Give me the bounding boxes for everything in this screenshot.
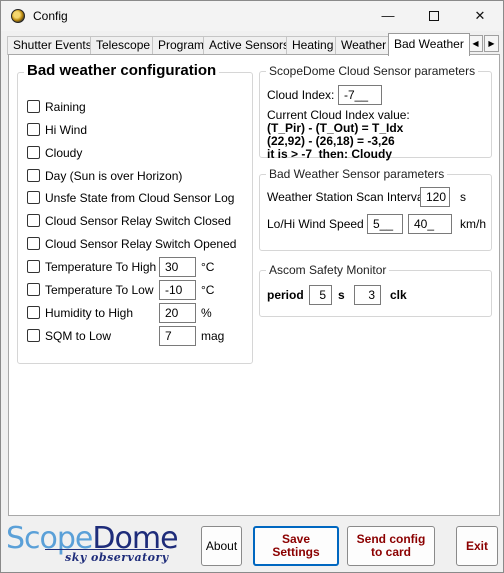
weather-sensor-group: Bad Weather Sensor parameters Weather St…: [259, 167, 492, 251]
cloud-formula-line2: (22,92) - (26,18) = -3,26: [267, 134, 395, 148]
sqm-low-label: SQM to Low: [45, 329, 112, 343]
relay-closed-label: Cloud Sensor Relay Switch Closed: [45, 214, 232, 228]
tab-strip: Shutter Events Telescope Program Active …: [7, 33, 501, 56]
relay-opened-checkbox[interactable]: [27, 237, 40, 250]
temp-high-input[interactable]: 30: [159, 257, 196, 277]
temp-low-unit: °C: [201, 283, 215, 297]
unsafe-state-label: Unsfe State from Cloud Sensor Log: [45, 191, 235, 205]
wind-speed-unit: km/h: [460, 217, 487, 231]
scan-interval-input[interactable]: 120: [420, 187, 450, 207]
period-unit: s: [338, 288, 345, 302]
temp-low-input[interactable]: -10: [159, 280, 196, 300]
hi-wind-label: Hi Wind: [45, 123, 88, 137]
wind-lo-input[interactable]: 5__: [367, 214, 403, 234]
temp-high-label: Temperature To High: [45, 260, 157, 274]
maximize-button[interactable]: [411, 1, 457, 31]
sqm-low-input[interactable]: 7: [159, 326, 196, 346]
unsafe-state-checkbox[interactable]: [27, 191, 40, 204]
title-bar: Config — ✕: [1, 1, 503, 31]
wind-hi-input[interactable]: 40_: [408, 214, 452, 234]
humidity-high-label: Humidity to High: [45, 306, 134, 320]
tab-active-sensors[interactable]: Active Sensors: [203, 36, 296, 55]
scan-interval-label: Weather Station Scan Interval: [267, 190, 427, 204]
wind-speed-label: Lo/Hi Wind Speed: [267, 217, 364, 231]
tab-shutter-events[interactable]: Shutter Events: [7, 36, 98, 55]
cloudy-label: Cloudy: [45, 146, 83, 160]
hi-wind-checkbox[interactable]: [27, 123, 40, 136]
ascom-title: Ascom Safety Monitor: [266, 263, 390, 277]
exit-button[interactable]: Exit: [456, 526, 498, 566]
temp-low-checkbox[interactable]: [27, 283, 40, 296]
day-checkbox[interactable]: [27, 169, 40, 182]
cloud-index-input[interactable]: -7__: [338, 85, 382, 105]
bad-weather-config-group: Bad weather configuration Raining Hi Win…: [17, 62, 253, 364]
maximize-icon: [429, 10, 439, 21]
humidity-high-checkbox[interactable]: [27, 306, 40, 319]
sqm-low-unit: mag: [201, 329, 225, 343]
weather-sensor-title: Bad Weather Sensor parameters: [266, 167, 448, 181]
cloud-sensor-group: ScopeDome Cloud Sensor parameters Cloud …: [259, 64, 492, 161]
save-settings-button[interactable]: Save Settings: [253, 526, 339, 566]
send-config-button[interactable]: Send config to card: [347, 526, 435, 566]
relay-closed-checkbox[interactable]: [27, 214, 40, 227]
minimize-button[interactable]: —: [365, 1, 411, 31]
tab-heating[interactable]: Heating: [286, 36, 340, 55]
raining-checkbox[interactable]: [27, 100, 40, 113]
relay-opened-label: Cloud Sensor Relay Switch Opened: [45, 237, 237, 251]
tab-scroll-left-button[interactable]: ◀: [468, 35, 483, 52]
sqm-low-checkbox[interactable]: [27, 329, 40, 342]
bad-weather-panel: Bad weather configuration Raining Hi Win…: [8, 54, 500, 516]
day-label: Day (Sun is over Horizon): [45, 169, 183, 183]
temp-low-label: Temperature To Low: [45, 283, 154, 297]
about-button[interactable]: About: [201, 526, 242, 566]
raining-label: Raining: [45, 100, 86, 114]
logo-subtitle: sky observatory: [65, 551, 169, 564]
clk-input[interactable]: 3: [354, 285, 381, 305]
clk-label: clk: [390, 288, 407, 302]
cloud-index-label: Cloud Index:: [267, 88, 335, 102]
window-title: Config: [33, 9, 68, 23]
config-window: Config — ✕ Shutter Events Telescope Prog…: [0, 0, 504, 573]
tab-program[interactable]: Program: [152, 36, 211, 55]
tab-bad-weather[interactable]: Bad Weather: [388, 33, 470, 56]
logo-underline: [45, 549, 163, 550]
tab-scroll-right-button[interactable]: ▶: [484, 35, 499, 52]
cloudy-checkbox[interactable]: [27, 146, 40, 159]
period-label: period: [267, 288, 304, 302]
tab-telescope[interactable]: Telescope: [90, 36, 157, 55]
temp-high-checkbox[interactable]: [27, 260, 40, 273]
close-button[interactable]: ✕: [457, 1, 503, 31]
ascom-group: Ascom Safety Monitor period 5 s 3 clk: [259, 263, 492, 317]
cloud-sensor-title: ScopeDome Cloud Sensor parameters: [266, 64, 479, 78]
tab-weather[interactable]: Weather: [335, 36, 393, 55]
humidity-high-input[interactable]: 20: [159, 303, 196, 323]
app-icon: [11, 9, 25, 23]
scan-interval-unit: s: [460, 190, 466, 204]
humidity-high-unit: %: [201, 306, 212, 320]
period-input[interactable]: 5: [309, 285, 332, 305]
current-cloud-index-label: Current Cloud Index value:: [267, 108, 410, 122]
bad-weather-config-title: Bad weather configuration: [24, 62, 220, 79]
cloud-formula-line1: (T_Pir) - (T_Out) = T_Idx: [267, 121, 404, 135]
temp-high-unit: °C: [201, 260, 215, 274]
cloud-status-line: it is > -7 then: Cloudy: [267, 147, 393, 161]
